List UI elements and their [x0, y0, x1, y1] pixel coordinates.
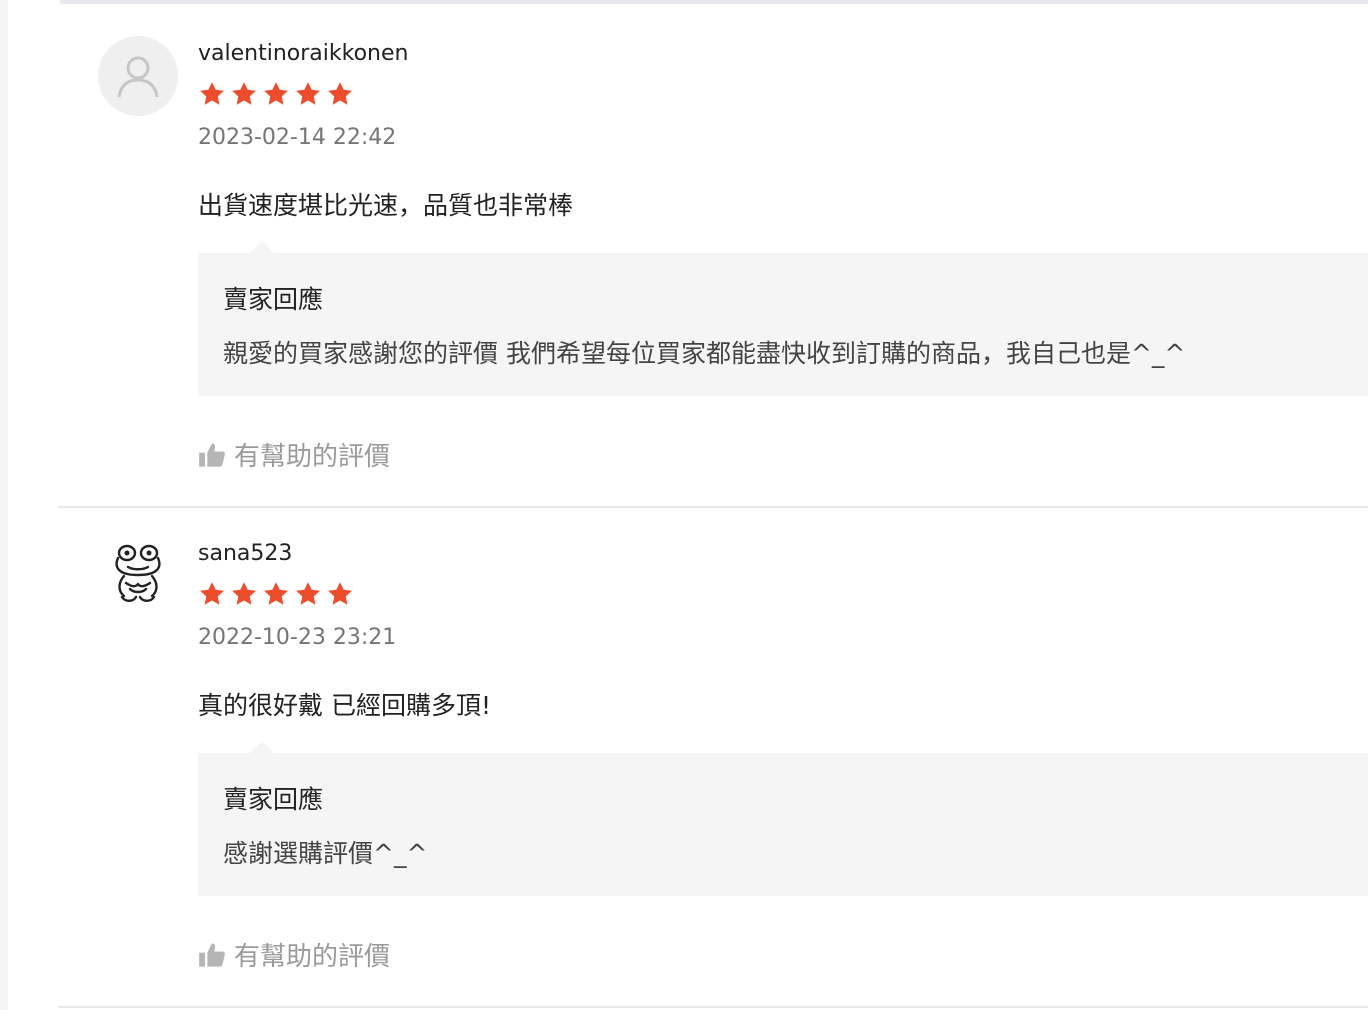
review-comment: 出貨速度堪比光速，品質也非常棒 [198, 191, 574, 220]
helpful-label: 有幫助的評價 [234, 442, 391, 472]
star-icon [264, 82, 288, 105]
helpful-button[interactable]: 有幫助的評價 [198, 936, 390, 973]
star-icon [328, 82, 352, 105]
review-item: valentinoraikkonen 2023-02-14 22:42 出貨速度… [58, 8, 1368, 508]
star-icon [200, 82, 224, 105]
default-user-icon [117, 56, 159, 98]
seller-reply-body: 親愛的買家感謝您的評價 我們希望每位買家都能盡快收到訂購的商品，我自己也是^_^ [223, 339, 1186, 368]
review-timestamp: 2022-10-23 23:21 [198, 625, 397, 650]
thumbs-up-icon [199, 442, 225, 467]
top-divider [60, 0, 1368, 4]
frog-avatar-icon [115, 544, 161, 602]
thumbs-up-icon [199, 942, 225, 967]
star-icon [232, 82, 256, 105]
review-timestamp: 2023-02-14 22:42 [198, 125, 397, 150]
review-comment: 真的很好戴 已經回購多頂! [198, 691, 491, 720]
seller-reply: 賣家回應 親愛的買家感謝您的評價 我們希望每位買家都能盡快收到訂購的商品，我自己… [198, 241, 1368, 396]
star-icon [232, 582, 256, 605]
star-icon [296, 82, 320, 105]
review-list-page: valentinoraikkonen 2023-02-14 22:42 出貨速度… [8, 0, 1368, 1010]
seller-reply-body: 感謝選購評價^_^ [223, 839, 428, 868]
reviewer-username[interactable]: sana523 [198, 541, 292, 566]
helpful-button[interactable]: 有幫助的評價 [198, 436, 390, 473]
helpful-label: 有幫助的評價 [234, 942, 391, 972]
star-icon [264, 582, 288, 605]
seller-reply: 賣家回應 感謝選購評價^_^ [198, 741, 1368, 896]
star-rating [198, 80, 354, 108]
review-item: sana523 2022-10-23 23:21 真的很好戴 已經回購多頂! 賣… [58, 508, 1368, 1008]
seller-reply-title: 賣家回應 [223, 785, 324, 814]
reply-caret [250, 741, 274, 753]
avatar[interactable] [98, 534, 178, 614]
star-icon [200, 582, 224, 605]
reply-caret [250, 241, 274, 253]
star-rating [198, 580, 354, 608]
avatar[interactable] [98, 36, 178, 116]
seller-reply-title: 賣家回應 [223, 285, 324, 314]
reviewer-username[interactable]: valentinoraikkonen [198, 41, 408, 66]
star-icon [296, 582, 320, 605]
star-icon [328, 582, 352, 605]
